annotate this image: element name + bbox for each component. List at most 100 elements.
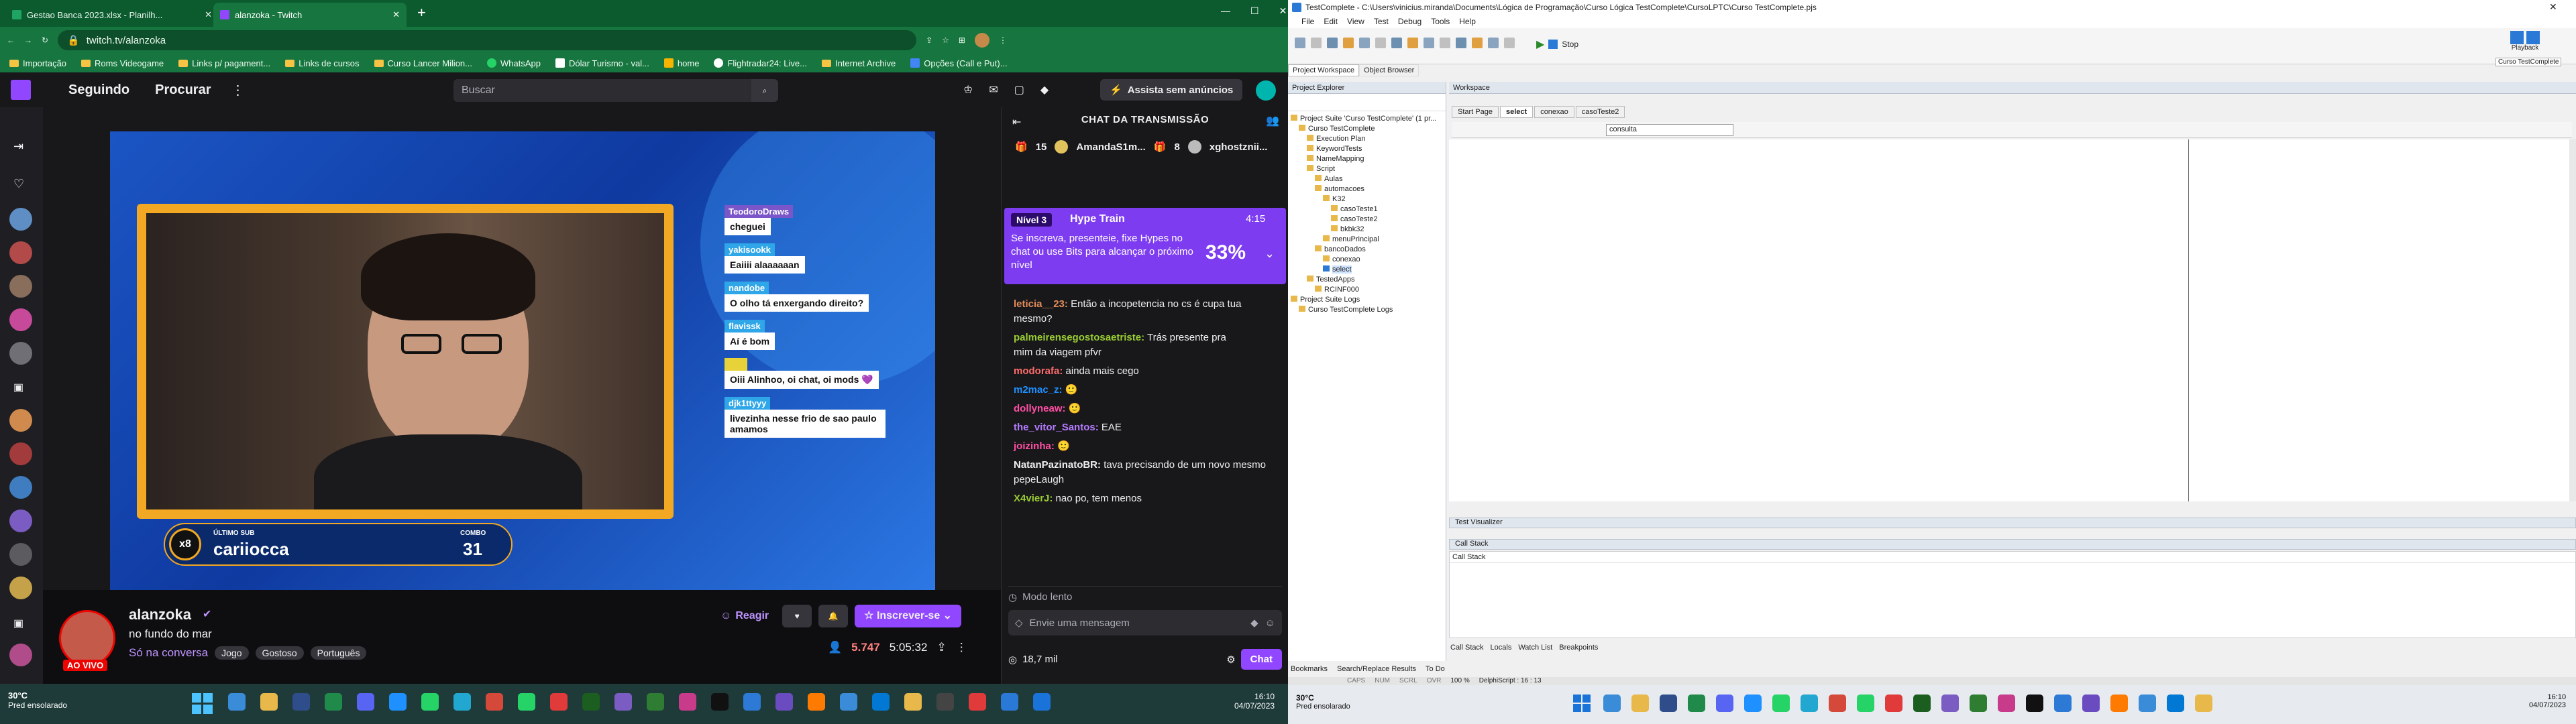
star-icon[interactable]: ☆ [942,36,949,45]
weather-widget[interactable]: 30°C Pred ensolarado [8,690,67,710]
code-editor[interactable] [1449,139,2576,501]
tab-breakpoints[interactable]: Breakpoints [1559,644,1598,652]
tree-item[interactable]: Script [1291,164,1446,174]
taskbar-app-icon[interactable] [1716,695,1733,712]
taskbar-app-icon[interactable] [1744,695,1762,712]
tab-bookmarks[interactable]: Bookmarks [1291,665,1328,673]
taskbar-app-icon[interactable] [1660,695,1677,712]
tag[interactable]: Gostoso [255,646,304,660]
stop-icon[interactable] [1548,40,1558,49]
avatar[interactable] [9,442,32,465]
taskbar-app-icon[interactable] [904,693,922,711]
menu-icon[interactable]: ⋮ [999,36,1007,45]
taskbar-app-icon[interactable] [614,693,632,711]
tree-item[interactable]: Execution Plan [1291,134,1446,144]
taskbar-app-icon[interactable] [840,693,857,711]
tree-item[interactable]: automacoes [1291,184,1446,194]
tree-item[interactable]: Aulas [1291,174,1446,184]
bookmark[interactable]: Dólar Turismo - val... [555,58,649,68]
gift-leaderboard[interactable]: 🎁 15 AmandaS1m... 🎁 8 xghostznii... [1002,137,1288,157]
avatar[interactable] [9,644,32,666]
tree-item[interactable]: KeywordTests [1291,144,1446,154]
toolbar-button-icon[interactable] [1343,38,1354,48]
toolbar-button-icon[interactable] [1472,38,1483,48]
tab-locals[interactable]: Locals [1491,644,1512,652]
taskbar-app-icon[interactable] [421,693,439,711]
vertical-scrollbar[interactable] [2569,139,2576,501]
toolbar-button-icon[interactable] [1440,38,1450,48]
bits-icon[interactable]: ◆ [1250,617,1258,629]
channel-points-icon[interactable]: ◎ [1008,654,1017,666]
tree-item[interactable]: bkbk32 [1291,225,1446,235]
channel-name[interactable]: alanzoka [129,606,191,623]
taskbar-app-icon[interactable] [325,693,342,711]
toolbar-button-icon[interactable] [1311,38,1322,48]
category-link[interactable]: Só na conversa [129,646,208,660]
taskbar-app-icon[interactable] [936,693,954,711]
taskbar-app-icon[interactable] [2026,695,2043,712]
taskbar-app-icon[interactable] [518,693,535,711]
avatar[interactable] [9,509,32,532]
taskbar-app-icon[interactable] [1941,695,1959,712]
heart-icon[interactable]: ♡ [13,177,24,191]
tab-project-workspace[interactable]: Project Workspace [1288,64,1360,76]
bookmark[interactable]: Flightradar24: Live... [714,58,807,68]
react-button[interactable]: ☺ Reagir [714,606,775,626]
chat-input[interactable]: ◇ Envie uma mensagem ◆ ☺ [1008,610,1282,636]
maximize-button[interactable]: ☐ [1250,5,1259,17]
weather-widget[interactable]: 30°C Pred ensolarado [1296,693,1350,711]
subscribe-button[interactable]: ☆ Inscrever-se ⌄ [855,605,962,627]
stop-label[interactable]: Stop [1562,40,1578,49]
tab-casoteste2[interactable]: casoTeste2 [1575,106,1625,118]
more-icon[interactable]: ⋮ [956,641,967,654]
extensions-icon[interactable]: ⊞ [959,36,965,45]
taskbar-app-icon[interactable] [808,693,825,711]
bookmark[interactable]: Importação [9,58,66,68]
toolbar-button-icon[interactable] [1375,38,1386,48]
taskbar-app-icon[interactable] [1885,695,1902,712]
camera-icon[interactable]: ▣ [13,617,23,630]
bookmark[interactable]: Roms Videogame [81,58,164,68]
tree-item[interactable]: select [1291,265,1446,275]
tree-item[interactable]: Project Suite Logs [1291,295,1446,305]
browser-tab-sheets[interactable]: Gestao Banca 2023.xlsx - Planilh... ✕ [5,3,219,27]
taskbar-app-icon[interactable] [1857,695,1874,712]
taskbar-app-icon[interactable] [2167,695,2184,712]
hype-train-banner[interactable]: Nível 3 Hype Train 4:15 Se inscreva, pre… [1004,208,1286,284]
taskbar-app-icon[interactable] [1829,695,1846,712]
whispers-icon[interactable]: ▢ [1014,83,1024,97]
taskbar-app-icon[interactable] [453,693,471,711]
avatar[interactable] [9,342,32,365]
close-icon[interactable]: ✕ [392,9,400,20]
bookmark[interactable]: Links de cursos [285,58,360,68]
tree-item[interactable]: Curso TestComplete Logs [1291,305,1446,315]
tab-search-replace[interactable]: Search/Replace Results [1337,665,1416,673]
toolbar-button-icon[interactable] [1295,38,1305,48]
video-player[interactable]: TeodoroDraws cheguei yakisookk Eaiiii alaa… [43,107,1001,590]
taskbar-app-icon[interactable] [2082,695,2100,712]
profile-icon[interactable] [974,33,989,48]
forward-icon[interactable]: → [24,36,32,45]
inbox-icon[interactable]: ✉ [989,83,998,97]
taskbar-app-icon[interactable] [1688,695,1705,712]
address-bar[interactable]: 🔒 twitch.tv/alanzoka [58,30,917,50]
gear-icon[interactable]: ⚙ [1226,654,1235,666]
streamer-avatar[interactable] [59,610,115,666]
windows-start-icon[interactable] [192,693,213,715]
taskbar-app-icon[interactable] [775,693,793,711]
taskbar-app-icon[interactable] [1631,695,1649,712]
bookmark[interactable]: home [663,58,699,68]
tab-select[interactable]: select [1499,106,1534,118]
chevron-down-icon[interactable]: ⌄ [1265,247,1275,261]
test-visualizer-header[interactable]: Test Visualizer [1449,518,2576,528]
user-avatar[interactable] [1256,80,1276,101]
taskbar-app-icon[interactable] [292,693,310,711]
following-link[interactable]: Seguindo [68,82,129,98]
avatar[interactable] [9,308,32,331]
close-window-button[interactable]: ✕ [1279,5,1287,17]
minimize-button[interactable]: — [1221,5,1230,17]
back-icon[interactable]: ← [7,36,15,45]
menu-tools[interactable]: Tools [1431,17,1450,26]
reload-icon[interactable]: ↻ [42,36,48,45]
taskbar-app-icon[interactable] [2139,695,2156,712]
